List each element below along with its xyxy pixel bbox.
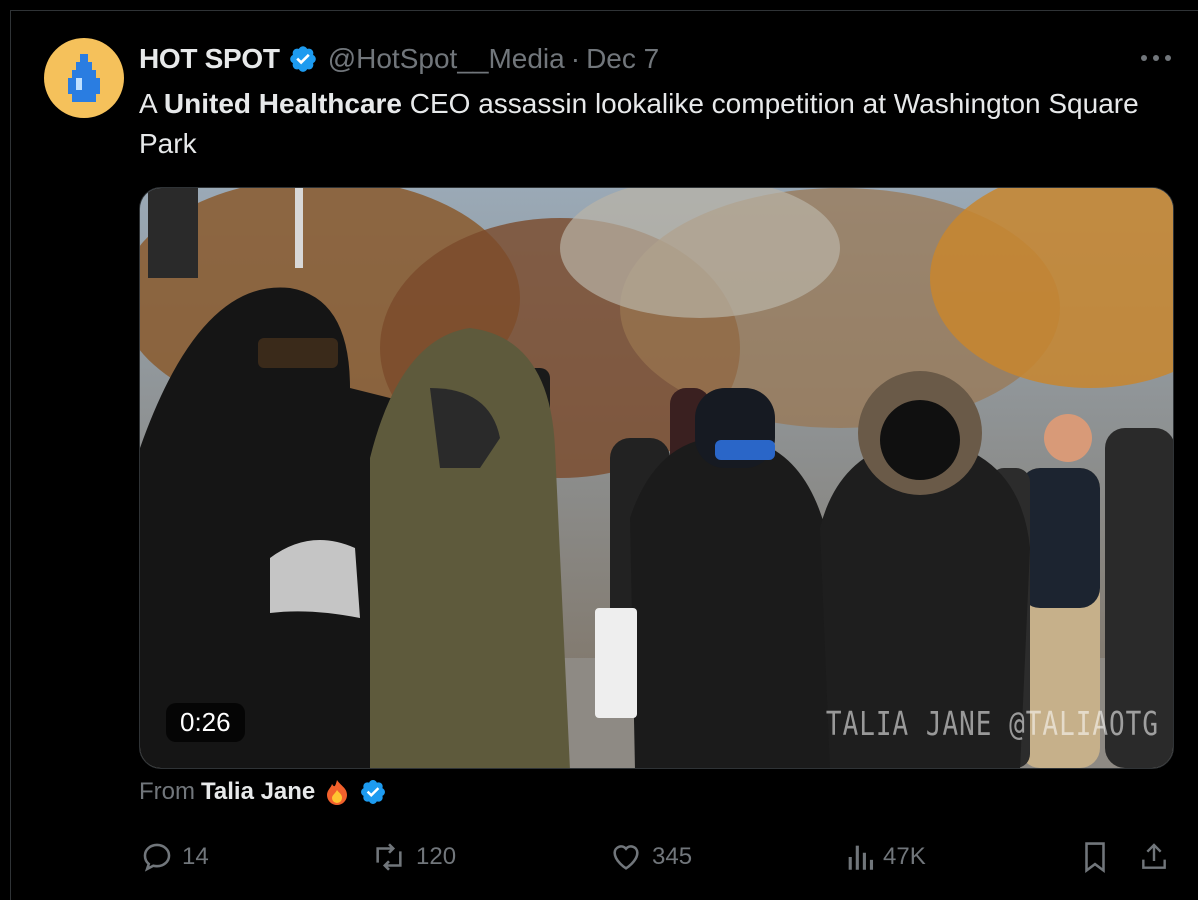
share-button[interactable] [1138, 838, 1178, 876]
views-count: 47K [883, 843, 926, 870]
verified-icon [288, 44, 318, 74]
repost-count: 120 [416, 843, 457, 870]
reply-count: 14 [182, 843, 209, 870]
avatar[interactable] [44, 38, 124, 118]
separator-dot: · [570, 43, 581, 74]
fire-emoji-icon [323, 778, 351, 806]
video-duration: 0:26 [166, 703, 245, 742]
post-text-prefix: A [139, 88, 164, 119]
post-header: HOT SPOT @HotSpot__Media · Dec 7 [139, 40, 659, 78]
like-button[interactable]: 345 [608, 838, 692, 876]
repost-icon [376, 843, 402, 871]
views-button[interactable]: 47K [845, 838, 926, 876]
repost-button[interactable]: 120 [370, 838, 456, 876]
display-name[interactable]: HOT SPOT [139, 43, 280, 75]
views-icon [848, 845, 874, 870]
video-player[interactable]: 0:26 TALIA JANE @TALIAOTG [139, 187, 1174, 769]
verified-icon [359, 778, 387, 806]
handle[interactable]: @HotSpot__Media [328, 43, 565, 75]
video-attribution: From Talia Jane [139, 778, 387, 806]
share-icon [1142, 843, 1166, 869]
attribution-from-label: From [139, 778, 195, 805]
post-text-bold: United Healthcare [163, 88, 402, 119]
like-count: 345 [652, 843, 693, 870]
post-text: A United Healthcare CEO assassin lookali… [139, 84, 1169, 164]
more-icon[interactable] [1138, 48, 1174, 68]
bookmark-button[interactable] [1080, 838, 1118, 876]
water-drop-icon [68, 54, 100, 102]
attribution-author[interactable]: Talia Jane [201, 778, 315, 806]
video-watermark: TALIA JANE @TALIAOTG [825, 706, 1159, 744]
reply-icon [143, 843, 171, 872]
video-frame [140, 188, 1173, 768]
post-date[interactable]: Dec 7 [586, 43, 659, 75]
bookmark-icon [1085, 842, 1105, 874]
like-icon [613, 845, 639, 870]
reply-button[interactable]: 14 [140, 838, 209, 876]
